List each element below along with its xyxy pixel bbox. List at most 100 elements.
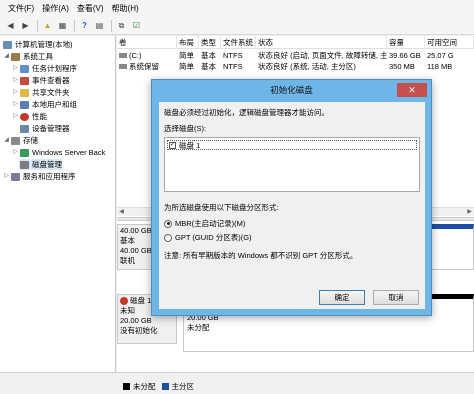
- volume-cell: 系统保留: [117, 61, 177, 72]
- menu-bar: 文件(F) 操作(A) 查看(V) 帮助(H): [0, 0, 474, 17]
- mbr-option[interactable]: MBR(主启动记录)(M): [164, 218, 245, 229]
- performance-icon: [20, 112, 29, 121]
- table-row[interactable]: 系统保留 简单 基本 NTFS 状态良好 (系统, 活动, 主分区) 350 M…: [117, 61, 474, 72]
- tree-item-storage[interactable]: ◢ 存储: [3, 135, 38, 146]
- export-icon[interactable]: ⧉: [115, 19, 128, 32]
- gpt-option[interactable]: GPT (GUID 分区表)(G): [164, 232, 252, 243]
- expand-arrow-icon[interactable]: ▷: [12, 63, 19, 74]
- gpt-radio[interactable]: [164, 233, 172, 242]
- table-row[interactable]: (C:) 简单 基本 NTFS 状态良好 (启动, 页面文件, 故障转储, 主分…: [117, 50, 474, 61]
- tree-item-shared-folders[interactable]: ▷ 共享文件夹: [12, 87, 69, 98]
- menu-help[interactable]: 帮助(H): [108, 0, 143, 17]
- scroll-left-icon[interactable]: ◀: [117, 208, 126, 217]
- disk-list[interactable]: ✓ 磁盘 1: [164, 137, 420, 192]
- capacity-cell: 39.66 GB: [389, 51, 421, 60]
- tree-item-event-viewer[interactable]: ▷ 事件查看器: [12, 75, 69, 86]
- expand-arrow-icon[interactable]: ▷: [12, 87, 19, 98]
- legend-primary-swatch: [161, 382, 169, 390]
- expand-arrow-icon[interactable]: ▷: [12, 99, 19, 110]
- legend-primary-label: 主分区: [171, 381, 195, 391]
- expand-arrow-icon[interactable]: ▷: [3, 171, 10, 182]
- mbr-label: MBR(主启动记录)(M): [175, 219, 246, 228]
- toolbar-separator: [74, 19, 75, 32]
- disk-1-size: 20.00 GB: [120, 316, 152, 325]
- dialog-intro: 磁盘必须经过初始化，逻辑磁盘管理器才能访问。: [164, 108, 329, 117]
- disk-list-item[interactable]: ✓ 磁盘 1: [167, 140, 417, 150]
- help-icon[interactable]: ?: [78, 19, 91, 32]
- col-filesystem[interactable]: 文件系统: [221, 36, 256, 49]
- col-status[interactable]: 状态: [256, 36, 387, 49]
- toolbar-separator: [37, 19, 38, 32]
- expand-arrow-icon[interactable]: ▷: [12, 111, 19, 122]
- tree-item-system-tools[interactable]: ◢ 系统工具: [3, 51, 53, 62]
- free-space-cell: 118 MB: [427, 62, 453, 71]
- tree-item-computer-management[interactable]: 计算机管理(本地): [2, 39, 73, 50]
- menu-action[interactable]: 操作(A): [38, 0, 73, 17]
- tree-item-performance[interactable]: ▷ 性能: [12, 111, 47, 122]
- filesystem-cell: NTFS: [223, 51, 243, 60]
- dialog-title: 初始化磁盘: [270, 85, 313, 95]
- col-capacity[interactable]: 容量: [387, 36, 425, 49]
- forward-icon[interactable]: ▶: [19, 19, 32, 32]
- partition-status: 未分配: [187, 323, 210, 332]
- free-space-cell: 25.07 G: [427, 51, 454, 60]
- layout-cell: 简单: [179, 51, 194, 60]
- device-manager-icon: [20, 124, 29, 133]
- capacity-cell: 350 MB: [389, 62, 415, 71]
- console-tree: 计算机管理(本地) ◢ 系统工具 ▷ 任务计划程序 ▷ 事件查看器 ▷ 共享文件…: [0, 36, 116, 372]
- expand-arrow-icon[interactable]: ▷: [12, 147, 19, 158]
- storage-icon: [11, 136, 20, 145]
- tree-item-windows-server-backup[interactable]: ▷ Windows Server Back: [12, 147, 105, 158]
- col-layout[interactable]: 布局: [177, 36, 199, 49]
- col-type[interactable]: 类型: [199, 36, 221, 49]
- toolbar-separator: [111, 19, 112, 32]
- collapse-arrow-icon[interactable]: ◢: [3, 51, 10, 62]
- warning-icon: [120, 297, 128, 305]
- col-volume[interactable]: 卷: [117, 36, 177, 49]
- event-viewer-icon: [20, 76, 29, 85]
- dialog-body: 磁盘必须经过初始化，逻辑磁盘管理器才能访问。 选择磁盘(S): ✓ 磁盘 1 为…: [159, 102, 425, 309]
- gpt-label: GPT (GUID 分区表)(G): [175, 233, 252, 242]
- back-icon[interactable]: ◀: [4, 19, 17, 32]
- mbr-radio[interactable]: [164, 219, 172, 228]
- close-button[interactable]: ✕: [397, 83, 427, 97]
- scroll-right-icon[interactable]: ▶: [465, 208, 474, 217]
- folder-up-icon[interactable]: ▲: [41, 19, 54, 32]
- users-icon: [20, 100, 29, 109]
- tree-item-disk-management[interactable]: 磁盘管理: [19, 159, 62, 170]
- partition-style-label: 为所选磁盘使用以下磁盘分区形式:: [164, 203, 279, 212]
- disk-1-status: 没有初始化: [120, 326, 158, 335]
- type-cell: 基本: [201, 62, 216, 71]
- services-icon: [11, 172, 20, 181]
- volume-cell: (C:): [117, 50, 177, 61]
- volume-list-header: 卷 布局 类型 文件系统 状态 容量 可用空间: [117, 36, 474, 49]
- collapse-arrow-icon[interactable]: ◢: [3, 135, 10, 146]
- tree-item-local-users[interactable]: ▷ 本地用户和组: [12, 99, 77, 110]
- col-free-space[interactable]: 可用空间: [425, 36, 474, 49]
- legend-unallocated-swatch: [123, 382, 130, 390]
- toolbar: ◀ ▶ ▲ ▦ ? ▤ ⧉ ☑: [0, 17, 474, 35]
- legend-unallocated-label: 未分配: [133, 381, 156, 391]
- tree-item-device-manager[interactable]: 设备管理器: [19, 123, 70, 134]
- disk-item-label: 磁盘 1: [179, 140, 201, 150]
- drive-icon: [119, 53, 127, 58]
- console-tree-icon[interactable]: ▦: [56, 19, 69, 32]
- ok-button[interactable]: 确定: [319, 290, 365, 305]
- expand-arrow-icon[interactable]: ▷: [12, 75, 19, 86]
- menu-file[interactable]: 文件(F): [4, 0, 38, 17]
- clock-icon: [20, 64, 29, 73]
- menu-view[interactable]: 查看(V): [73, 0, 108, 17]
- filesystem-cell: NTFS: [223, 62, 243, 71]
- properties-icon[interactable]: ▤: [93, 19, 106, 32]
- cancel-button[interactable]: 取消: [373, 290, 419, 305]
- legend: 未分配 主分区: [117, 378, 474, 394]
- shared-folder-icon: [20, 88, 29, 97]
- tree-item-task-scheduler[interactable]: ▷ 任务计划程序: [12, 63, 77, 74]
- type-cell: 基本: [201, 51, 216, 60]
- select-disk-label: 选择磁盘(S):: [164, 124, 207, 133]
- disk-checkbox[interactable]: ✓: [169, 141, 176, 149]
- drive-icon: [119, 64, 127, 69]
- checklist-icon[interactable]: ☑: [130, 19, 143, 32]
- status-cell: 状态良好 (启动, 页面文件, 故障转储, 主分区): [258, 51, 387, 60]
- tree-item-services-apps[interactable]: ▷ 服务和应用程序: [3, 171, 75, 182]
